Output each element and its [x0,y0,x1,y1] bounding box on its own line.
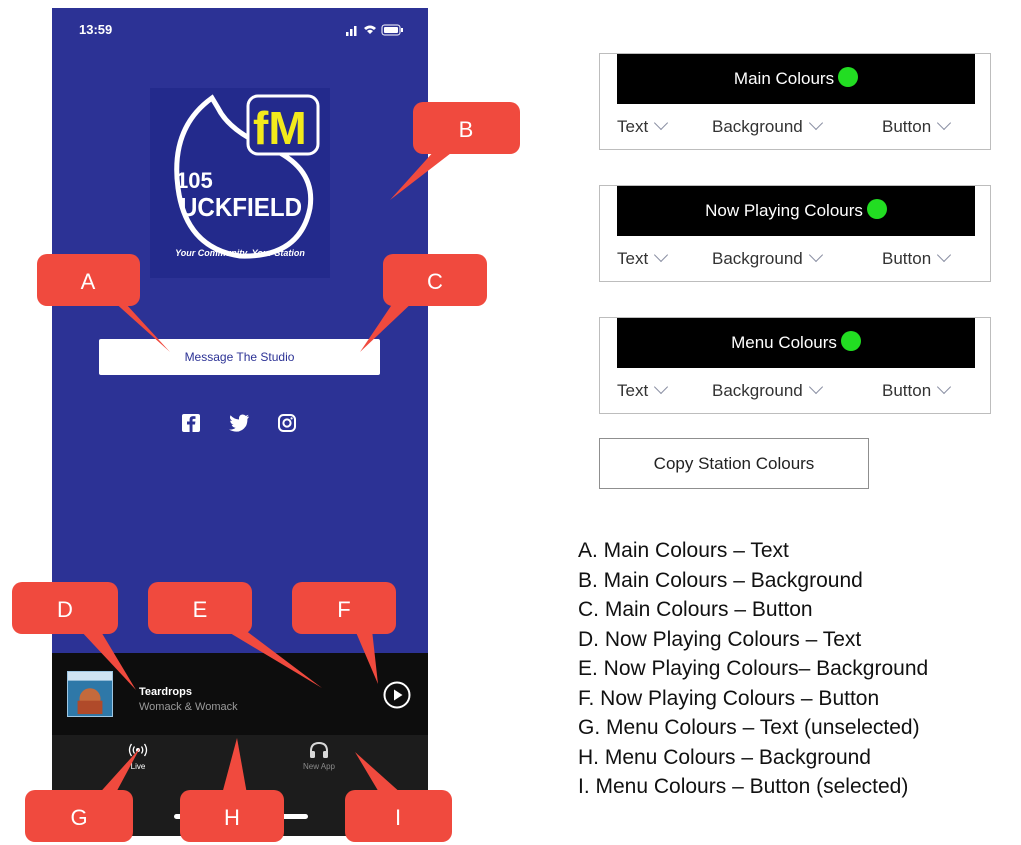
chevron-down-icon [937,115,952,131]
chevron-down-icon [808,379,823,395]
facebook-icon[interactable] [179,411,203,435]
main-text-dropdown[interactable]: Text [617,115,669,137]
main-background-dropdown[interactable]: Background [712,115,823,137]
tab-live[interactable]: Live [98,741,178,771]
svg-text:C: C [427,269,443,294]
svg-text:B: B [459,117,474,142]
menu-button-dropdown[interactable]: Button [882,379,952,401]
tab-new-app-label: New App [302,762,336,771]
status-icons [346,24,403,36]
now-playing-button-dropdown[interactable]: Button [882,247,952,269]
main-colours-title: Main Colours [733,69,835,88]
headphones-icon [310,741,328,758]
chevron-down-icon [937,379,952,395]
main-colours-header: Main Colours [617,54,975,104]
instagram-icon[interactable] [275,411,299,435]
chevron-down-icon [808,247,823,263]
message-studio-button[interactable]: Message The Studio [99,339,380,375]
social-links [172,411,306,435]
svg-text:105: 105 [176,168,213,193]
now-playing-colours-header: Now Playing Colours [617,186,975,236]
now-playing-artist: Womack & Womack [139,701,238,713]
svg-text:UCKFIELD: UCKFIELD [180,192,302,222]
legend-item: I. Menu Colours – Button (selected) [578,775,909,798]
twitter-icon[interactable] [227,411,251,435]
play-button-icon[interactable] [383,681,411,709]
copy-station-colours-button[interactable]: Copy Station Colours [599,438,869,489]
menu-bar: Live New App [52,735,428,836]
legend-item: E. Now Playing Colours– Background [578,657,929,680]
phone-screenshot: 13:59 fM 105 UCKFIELD Your Community, Yo… [52,8,428,836]
chevron-down-icon [808,115,823,131]
now-playing-text-dropdown[interactable]: Text [617,247,669,269]
legend-item: F. Now Playing Colours – Button [578,686,880,710]
now-playing-bar[interactable]: Teardrops Womack & Womack [52,653,428,735]
broadcast-icon [128,743,148,757]
album-art [67,671,113,717]
chevron-down-icon [654,379,669,395]
status-dot-icon [838,67,859,87]
legend-item: G. Menu Colours – Text (unselected) [578,716,920,739]
callout-legend: A. Main Colours – Text B. Main Colours –… [578,536,1018,802]
now-playing-colours-panel: Now Playing Colours Text Background Butt… [599,185,991,282]
legend-item: H. Menu Colours – Background [578,745,871,769]
legend-item: C. Main Colours – Button [578,598,813,621]
legend-item: A. Main Colours – Text [578,539,789,562]
now-playing-title: Teardrops [139,686,192,698]
main-button-dropdown[interactable]: Button [882,115,952,137]
tab-live-label: Live [130,762,146,771]
svg-text:fM: fM [253,102,307,154]
status-dot-icon [840,331,861,351]
menu-colours-title: Menu Colours [731,333,837,352]
now-playing-colours-title: Now Playing Colours [705,201,863,220]
status-dot-icon [866,199,887,219]
legend-item: B. Main Colours – Background [578,568,863,592]
menu-colours-panel: Menu Colours Text Background Button [599,317,991,414]
main-colours-panel: Main Colours Text Background Button [599,53,991,150]
legend-item: D. Now Playing Colours – Text [578,627,862,651]
now-playing-background-dropdown[interactable]: Background [712,247,823,269]
status-bar: 13:59 [52,8,428,52]
chevron-down-icon [654,247,669,263]
tab-new-app[interactable]: New App [279,741,359,771]
menu-background-dropdown[interactable]: Background [712,379,823,401]
menu-colours-header: Menu Colours [617,318,975,368]
home-indicator [174,814,308,819]
status-time: 13:59 [79,22,113,37]
chevron-down-icon [937,247,952,263]
menu-text-dropdown[interactable]: Text [617,379,669,401]
chevron-down-icon [654,115,669,131]
station-tagline: Your Community, Your Station [175,248,305,258]
